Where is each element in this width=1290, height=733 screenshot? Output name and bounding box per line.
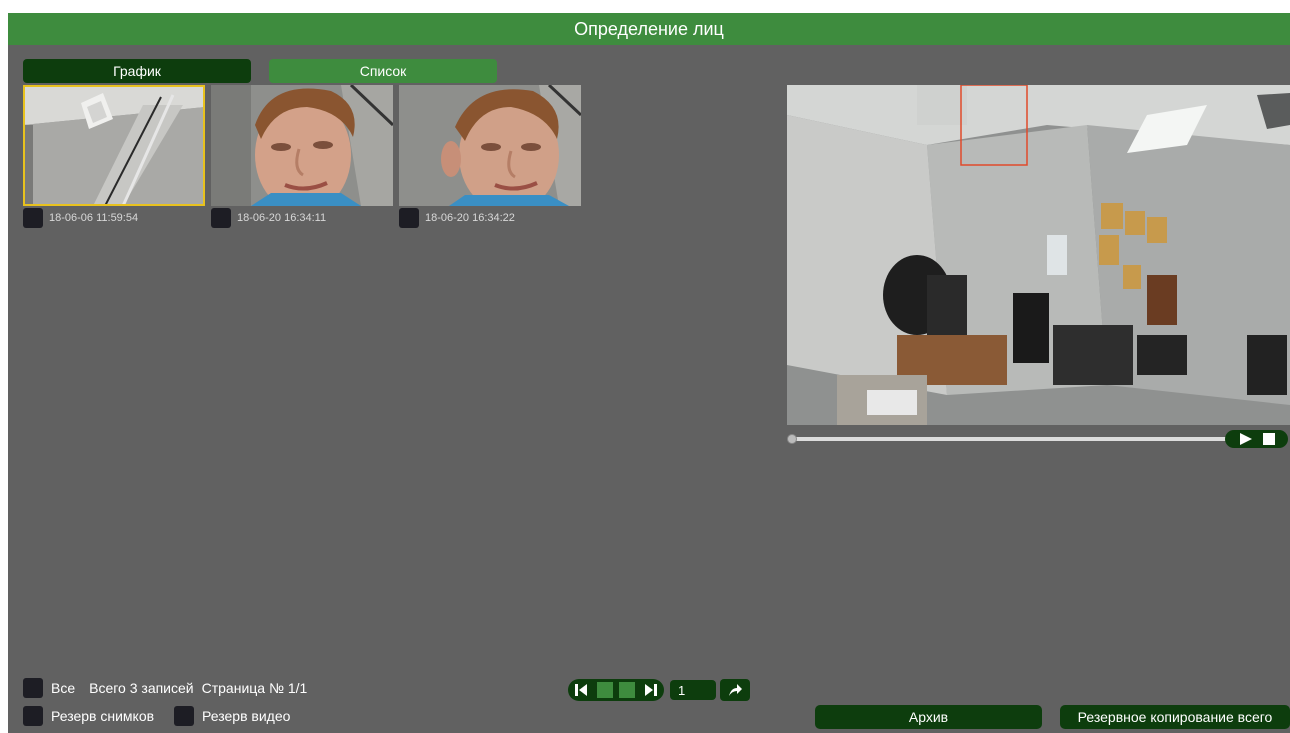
- pagination: [568, 679, 750, 701]
- record-checkbox-3[interactable]: [399, 208, 419, 228]
- archive-button[interactable]: Архив: [815, 705, 1042, 729]
- record-thumbnail-1[interactable]: [23, 85, 205, 206]
- tab-graph[interactable]: График: [23, 59, 251, 83]
- next-page-button[interactable]: [616, 679, 638, 701]
- select-all-label: Все: [51, 680, 76, 696]
- playback-controls: [1225, 430, 1288, 448]
- go-arrow-icon: [729, 684, 742, 696]
- first-page-button[interactable]: [568, 679, 594, 701]
- video-backup-label: Резерв видео: [202, 708, 291, 724]
- tab-list[interactable]: Список: [269, 59, 497, 83]
- record-thumbnail-2[interactable]: [211, 85, 393, 206]
- window-title: Определение лиц: [8, 13, 1290, 45]
- record-thumbnail-3[interactable]: [399, 85, 581, 206]
- next-page-icon: [619, 682, 635, 698]
- footer-backup-options: Резерв снимков Резерв видео: [23, 705, 290, 727]
- video-preview[interactable]: [787, 85, 1290, 425]
- record-timestamp-3: 18-06-20 16:34:22: [425, 212, 515, 224]
- play-icon[interactable]: [1239, 432, 1253, 446]
- go-to-page-button[interactable]: [720, 679, 750, 701]
- record-label-2: 18-06-20 16:34:11: [211, 208, 326, 228]
- record-checkbox-1[interactable]: [23, 208, 43, 228]
- first-page-icon: [575, 684, 587, 696]
- record-timestamp-1: 18-06-06 11:59:54: [49, 212, 139, 224]
- record-timestamp-2: 18-06-20 16:34:11: [237, 212, 327, 224]
- face-snapshot-image: [399, 85, 581, 206]
- playback-seek-bar[interactable]: [787, 429, 1290, 449]
- prev-page-icon: [597, 682, 613, 698]
- page-number-label: Страница № 1/1: [201, 680, 308, 696]
- face-detection-window: Определение лиц График Список 18-06-06 1…: [8, 13, 1290, 733]
- video-backup-checkbox[interactable]: [174, 706, 195, 726]
- record-label-3: 18-06-20 16:34:22: [399, 208, 515, 228]
- wall-snapshot-image: [23, 85, 205, 206]
- backup-all-button[interactable]: Резервное копирование всего: [1060, 705, 1290, 729]
- snapshot-backup-checkbox[interactable]: [23, 706, 43, 726]
- seek-handle[interactable]: [787, 434, 797, 444]
- footer-summary: Все Всего 3 записей Страница № 1/1: [23, 677, 307, 699]
- record-checkbox-2[interactable]: [211, 208, 231, 228]
- seek-track[interactable]: [793, 437, 1233, 441]
- stop-icon[interactable]: [1262, 433, 1275, 445]
- last-page-icon: [645, 684, 657, 696]
- prev-page-button[interactable]: [594, 679, 616, 701]
- select-all-checkbox[interactable]: [23, 678, 43, 698]
- record-label-1: 18-06-06 11:59:54: [23, 208, 138, 228]
- page-number-input[interactable]: [670, 680, 716, 700]
- total-records-label: Всего 3 записей: [89, 680, 194, 696]
- office-camera-frame: [787, 85, 1290, 425]
- face-snapshot-image: [211, 85, 393, 206]
- last-page-button[interactable]: [638, 679, 664, 701]
- snapshot-backup-label: Резерв снимков: [51, 708, 155, 724]
